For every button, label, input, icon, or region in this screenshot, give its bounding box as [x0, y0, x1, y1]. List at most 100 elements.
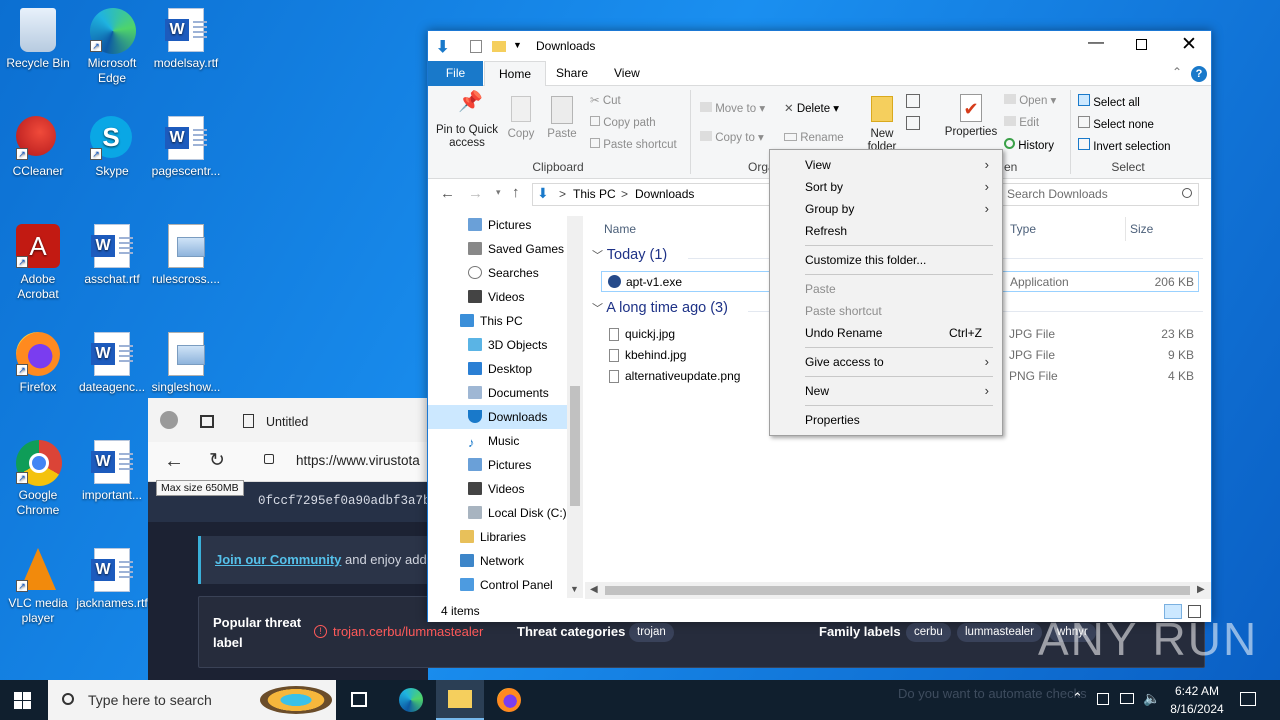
menu-item-paste[interactable]: Paste	[771, 278, 1001, 300]
breadcrumb-sep[interactable]: >	[559, 187, 566, 201]
desktop-icon-vlc[interactable]: ↗ VLC media player	[0, 548, 76, 626]
up-icon[interactable]: ↑	[512, 184, 520, 201]
paste-shortcut-button[interactable]: Paste shortcut	[590, 138, 677, 152]
select-none-button[interactable]: Select none	[1078, 116, 1154, 132]
paste-button[interactable]: Paste	[544, 96, 580, 141]
desktop-icon-jacknames[interactable]: jacknames.rtf	[74, 548, 150, 611]
desktop-icon-important[interactable]: important...	[74, 440, 150, 503]
nav-scrollbar[interactable]: ▼	[567, 216, 583, 598]
edge-taskbar-icon[interactable]	[399, 688, 423, 712]
new-item-icon[interactable]	[906, 94, 920, 108]
menu-item-undo-rename[interactable]: Undo Rename Ctrl+Z	[771, 322, 1001, 344]
maximize-button[interactable]	[1136, 39, 1147, 50]
desktop-icon-rulescross[interactable]: rulescross....	[148, 224, 224, 287]
tab-actions-icon[interactable]	[200, 415, 214, 428]
desktop-icon-asschat[interactable]: asschat.rtf	[74, 224, 150, 287]
column-header-name[interactable]: Name	[604, 217, 636, 241]
family-pill[interactable]: cerbu	[906, 623, 951, 642]
details-view-icon[interactable]	[1164, 604, 1182, 619]
tab-home[interactable]: Home	[484, 61, 547, 86]
notifications-icon[interactable]	[1240, 692, 1256, 706]
rename-button[interactable]: Rename	[784, 131, 844, 145]
help-icon[interactable]: ?	[1191, 66, 1207, 82]
close-button[interactable]: ✕	[1181, 33, 1197, 56]
new-folder-button[interactable]: New folder	[862, 96, 902, 154]
nav-item-3d-objects[interactable]: 3D Objects	[468, 333, 547, 357]
column-header-type[interactable]: Type	[1010, 217, 1036, 241]
large-icons-view-icon[interactable]	[1188, 605, 1201, 618]
nav-item-videos[interactable]: Videos	[468, 285, 524, 309]
family-pill[interactable]: lummastealer	[957, 623, 1043, 642]
nav-item-pictures-pc[interactable]: Pictures	[468, 453, 531, 477]
nav-item-videos-pc[interactable]: Videos	[468, 477, 524, 501]
desktop-icon-dateagenc[interactable]: dateagenc...	[74, 332, 150, 395]
firefox-taskbar-icon[interactable]	[497, 688, 521, 712]
move-to-button[interactable]: Move to ▾	[700, 102, 765, 116]
scroll-down-icon[interactable]: ▼	[570, 584, 579, 594]
delete-button[interactable]: ✕ Delete ▾	[784, 102, 839, 116]
usb-icon[interactable]	[1097, 693, 1109, 705]
collapse-ribbon-icon[interactable]: ⌃	[1172, 65, 1182, 79]
history-button[interactable]: History	[1004, 138, 1054, 153]
desktop-icon-microsoft-edge[interactable]: ↗ Microsoft Edge	[74, 8, 150, 86]
scroll-thumb[interactable]	[570, 386, 580, 506]
desktop-icon-google-chrome[interactable]: ↗ Google Chrome	[0, 440, 76, 518]
minimize-button[interactable]: —	[1088, 34, 1104, 52]
desktop-icon-pagescentr[interactable]: pagescentr...	[148, 116, 224, 179]
easy-access-icon[interactable]	[906, 116, 920, 130]
desktop-icon-skype[interactable]: S ↗ Skype	[74, 116, 150, 179]
desktop-icon-recycle-bin[interactable]: Recycle Bin	[0, 8, 76, 71]
properties-quick-icon[interactable]	[470, 40, 482, 53]
scroll-right-icon[interactable]: ▶	[1197, 584, 1205, 595]
nav-item-network[interactable]: Network	[460, 549, 524, 573]
chevron-down-icon[interactable]: ▼	[513, 40, 522, 50]
nav-item-documents[interactable]: Documents	[468, 381, 549, 405]
nav-item-this-pc[interactable]: This PC	[460, 309, 523, 333]
join-community-link[interactable]: Join our Community	[215, 552, 341, 567]
nav-item-local-disk[interactable]: Local Disk (C:)	[468, 501, 567, 525]
copy-to-button[interactable]: Copy to ▾	[700, 131, 764, 145]
content-hscrollbar[interactable]: ◀ ▶	[585, 582, 1211, 599]
desktop-icon-firefox[interactable]: ↗ Firefox	[0, 332, 76, 395]
cut-button[interactable]: ✂ Cut	[590, 94, 621, 108]
menu-item-properties[interactable]: Properties	[771, 409, 1001, 431]
menu-item-paste-shortcut[interactable]: Paste shortcut	[771, 300, 1001, 322]
menu-item-customize[interactable]: Customize this folder...	[771, 249, 1001, 271]
start-button[interactable]	[14, 692, 31, 709]
nav-item-desktop[interactable]: Desktop	[468, 357, 532, 381]
nav-item-searches[interactable]: Searches	[468, 261, 539, 285]
address-bar[interactable]: https://www.virustota	[296, 453, 420, 468]
folder-quick-icon[interactable]	[492, 41, 506, 52]
menu-item-refresh[interactable]: Refresh	[771, 220, 1001, 242]
taskbar-search-input[interactable]: Type here to search	[48, 680, 336, 720]
recent-locations-icon[interactable]: ▾	[496, 187, 501, 198]
clock-time[interactable]: 6:42 AM	[1172, 684, 1222, 698]
group-header-long-ago[interactable]: ﹀ A long time ago (3)	[592, 300, 728, 316]
breadcrumb-this-pc[interactable]: This PC	[573, 187, 616, 201]
nav-item-libraries[interactable]: Libraries	[460, 525, 526, 549]
network-icon[interactable]	[1120, 693, 1134, 704]
tab-title[interactable]: Untitled	[266, 415, 308, 429]
breadcrumb-sep[interactable]: >	[621, 187, 628, 201]
profile-icon[interactable]	[160, 411, 178, 429]
desktop-icon-adobe-acrobat[interactable]: A ↗ Adobe Acrobat	[0, 224, 76, 302]
tab-share[interactable]: Share	[542, 61, 602, 86]
menu-item-give-access[interactable]: Give access to ›	[771, 351, 1001, 373]
refresh-icon[interactable]: ↻	[209, 449, 225, 472]
back-icon[interactable]: ←	[164, 450, 184, 473]
search-input[interactable]: Search Downloads	[1001, 183, 1199, 206]
hash-value[interactable]: 0fccf7295ef0a90adbf3a7b8fa	[258, 494, 428, 508]
desktop-icon-ccleaner[interactable]: ↗ CCleaner	[0, 116, 76, 179]
select-all-button[interactable]: Select all	[1078, 94, 1140, 110]
menu-item-group-by[interactable]: Group by ›	[771, 198, 1001, 220]
nav-item-music[interactable]: ♪ Music	[468, 429, 519, 453]
threat-label[interactable]: trojan.cerbu/lummastealer	[333, 624, 483, 639]
nav-item-downloads[interactable]: Downloads	[428, 405, 567, 429]
nav-item-saved-games[interactable]: Saved Games	[468, 237, 564, 261]
scroll-left-icon[interactable]: ◀	[590, 584, 598, 595]
copy-button[interactable]: Copy	[504, 96, 538, 141]
task-view-icon[interactable]	[351, 692, 367, 707]
desktop-icon-singleshow[interactable]: singleshow...	[148, 332, 224, 395]
edit-button[interactable]: Edit	[1004, 116, 1039, 130]
properties-button[interactable]: ✔ Properties	[944, 94, 998, 139]
